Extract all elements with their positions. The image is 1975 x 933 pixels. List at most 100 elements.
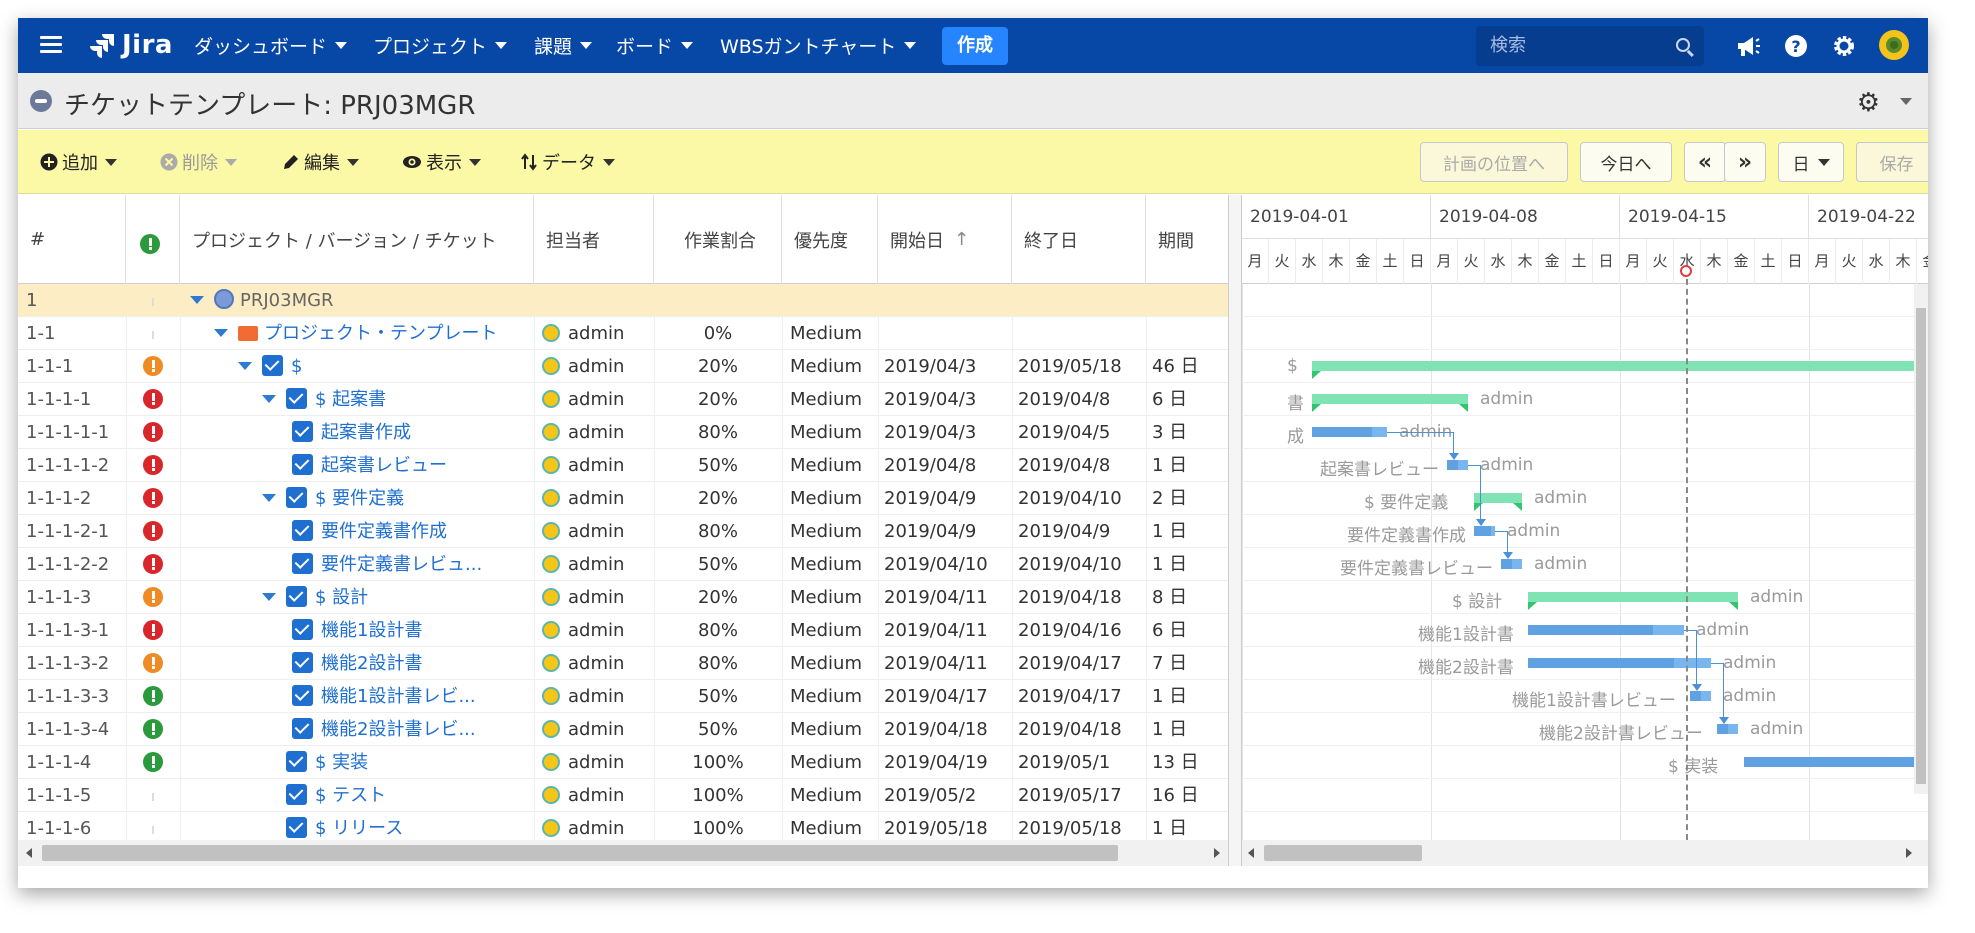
- save-button[interactable]: 保存: [1856, 142, 1928, 182]
- next-button[interactable]: »: [1724, 142, 1766, 182]
- notifications-icon[interactable]: [1734, 32, 1762, 60]
- expand-toggle-icon[interactable]: [238, 362, 252, 370]
- settings-icon[interactable]: [1830, 32, 1858, 60]
- row-title[interactable]: $ 起案書: [315, 389, 386, 410]
- edit-button[interactable]: 編集: [282, 130, 359, 194]
- scale-select[interactable]: 日: [1778, 142, 1844, 182]
- row-key[interactable]: プロジェクト・テンプレート: [180, 317, 532, 350]
- row-key[interactable]: $ 要件定義: [180, 482, 532, 515]
- today-button[interactable]: 今日へ: [1580, 142, 1672, 182]
- col-num-header[interactable]: #: [18, 195, 126, 284]
- row-key[interactable]: 起案書レビュー: [180, 449, 532, 482]
- add-button[interactable]: 追加: [40, 130, 117, 194]
- scroll-left-arrow-icon[interactable]: [26, 848, 32, 858]
- table-row[interactable]: 1-1-1-2-1 要件定義書作成 admin 80% Medium 2019/04/9 2…: [18, 515, 1228, 548]
- nav-wbs-gantt[interactable]: WBSガントチャート: [720, 18, 917, 73]
- scroll-right-arrow-icon[interactable]: [1906, 848, 1912, 858]
- table-row[interactable]: 1 PRJ03MGR: [18, 284, 1228, 317]
- scrollbar-thumb[interactable]: [1264, 845, 1422, 861]
- row-key[interactable]: $ 実装: [180, 746, 532, 779]
- row-title[interactable]: $ 要件定義: [315, 488, 404, 509]
- help-icon[interactable]: ?: [1782, 32, 1810, 60]
- row-title[interactable]: $: [291, 356, 302, 377]
- col-priority-header[interactable]: 優先度: [782, 195, 878, 284]
- gear-icon[interactable]: ⚙: [1857, 88, 1880, 118]
- row-title[interactable]: 機能2設計書レビ...: [321, 719, 476, 740]
- row-title[interactable]: 起案書作成: [321, 422, 411, 443]
- expand-toggle-icon[interactable]: [262, 395, 276, 403]
- col-end-header[interactable]: 終了日: [1012, 195, 1146, 284]
- grid-horizontal-scrollbar[interactable]: [18, 840, 1228, 866]
- row-key[interactable]: $: [180, 350, 532, 383]
- col-start-header[interactable]: 開始日 ↑: [878, 195, 1012, 284]
- plan-position-button[interactable]: 計画の位置へ: [1420, 142, 1568, 182]
- col-assignee-header[interactable]: 担当者: [534, 195, 654, 284]
- gantt-vertical-scrollbar[interactable]: [1914, 284, 1928, 794]
- row-key[interactable]: 起案書作成: [180, 416, 532, 449]
- table-row[interactable]: 1-1-1-6 $ リリース admin 100% Medium 2019/05/18 20…: [18, 812, 1228, 840]
- row-key[interactable]: 機能1設計書レビ...: [180, 680, 532, 713]
- scroll-right-arrow-icon[interactable]: [1214, 848, 1220, 858]
- col-progress-header[interactable]: 作業割合: [654, 195, 782, 284]
- row-key[interactable]: PRJ03MGR: [180, 284, 532, 317]
- row-title[interactable]: 起案書レビュー: [321, 455, 447, 476]
- table-row[interactable]: 1-1-1-3-2 機能2設計書 admin 80% Medium 2019/04/11 2…: [18, 647, 1228, 680]
- table-row[interactable]: 1-1-1-5 $ テスト admin 100% Medium 2019/05/2 2019…: [18, 779, 1228, 812]
- row-title[interactable]: 機能2設計書: [321, 653, 422, 674]
- row-key[interactable]: $ リリース: [180, 812, 532, 840]
- nav-projects[interactable]: プロジェクト: [373, 18, 508, 73]
- expand-toggle-icon[interactable]: [214, 329, 228, 337]
- row-key[interactable]: $ テスト: [180, 779, 532, 812]
- expand-toggle-icon[interactable]: [190, 296, 204, 304]
- row-key[interactable]: $ 設計: [180, 581, 532, 614]
- table-row[interactable]: 1-1-1-3-1 機能1設計書 admin 80% Medium 2019/04/11 2…: [18, 614, 1228, 647]
- scrollbar-thumb[interactable]: [1916, 308, 1926, 784]
- row-title[interactable]: $ 設計: [315, 587, 368, 608]
- row-title[interactable]: 機能1設計書: [321, 620, 422, 641]
- table-row[interactable]: 1-1-1-1-1 起案書作成 admin 80% Medium 2019/04/3 201…: [18, 416, 1228, 449]
- row-title[interactable]: $ リリース: [315, 818, 403, 839]
- table-row[interactable]: 1-1-1 $ admin 20% Medium 2019/04/3 2019/05/18 4…: [18, 350, 1228, 383]
- row-key[interactable]: 要件定義書作成: [180, 515, 532, 548]
- row-key[interactable]: 機能2設計書: [180, 647, 532, 680]
- table-row[interactable]: 1-1-1-4 $ 実装 admin 100% Medium 2019/04/19 2019…: [18, 746, 1228, 779]
- table-row[interactable]: 1-1-1-2 $ 要件定義 admin 20% Medium 2019/04/9 2019…: [18, 482, 1228, 515]
- table-row[interactable]: 1-1-1-3 $ 設計 admin 20% Medium 2019/04/11 2019/…: [18, 581, 1228, 614]
- scroll-left-arrow-icon[interactable]: [1248, 848, 1254, 858]
- table-row[interactable]: 1-1-1-3-3 機能1設計書レビ... admin 50% Medium 2019/0…: [18, 680, 1228, 713]
- row-title[interactable]: 要件定義書作成: [321, 521, 447, 542]
- expand-toggle-icon[interactable]: [262, 593, 276, 601]
- table-row[interactable]: 1-1-1-1 $ 起案書 admin 20% Medium 2019/04/3 2019/…: [18, 383, 1228, 416]
- data-button[interactable]: データ: [520, 130, 615, 194]
- prev-button[interactable]: «: [1684, 142, 1726, 182]
- col-key-header[interactable]: プロジェクト / バージョン / チケット: [180, 195, 534, 284]
- col-priority-icon-header[interactable]: [126, 195, 180, 284]
- user-avatar[interactable]: [1878, 29, 1910, 61]
- row-title[interactable]: $ テスト: [315, 785, 386, 806]
- pane-splitter[interactable]: [1228, 195, 1242, 888]
- gantt-horizontal-scrollbar[interactable]: [1242, 840, 1928, 866]
- view-button[interactable]: 表示: [402, 130, 481, 194]
- scrollbar-thumb[interactable]: [42, 845, 1118, 861]
- search-input[interactable]: 検索: [1476, 26, 1704, 66]
- menu-icon[interactable]: [40, 32, 62, 58]
- row-key[interactable]: 機能2設計書レビ...: [180, 713, 532, 746]
- table-row[interactable]: 1-1-1-2-2 要件定義書レビュ... admin 50% Medium 2019/0…: [18, 548, 1228, 581]
- row-key[interactable]: 機能1設計書: [180, 614, 532, 647]
- table-row[interactable]: 1-1-1-3-4 機能2設計書レビ... admin 50% Medium 2019/0…: [18, 713, 1228, 746]
- col-duration-header[interactable]: 期間: [1146, 195, 1228, 284]
- row-title[interactable]: $ 実装: [315, 752, 368, 773]
- jira-logo[interactable]: Jira: [90, 28, 173, 62]
- table-row[interactable]: 1-1 プロジェクト・テンプレート admin 0% Medium: [18, 317, 1228, 350]
- create-button[interactable]: 作成: [942, 27, 1008, 65]
- nav-issues[interactable]: 課題: [534, 18, 593, 73]
- nav-dashboard[interactable]: ダッシュボード: [194, 18, 348, 73]
- nav-boards[interactable]: ボード: [616, 18, 694, 73]
- chevron-down-icon[interactable]: [1900, 98, 1912, 105]
- row-key[interactable]: $ 起案書: [180, 383, 532, 416]
- row-title[interactable]: プロジェクト・テンプレート: [264, 323, 497, 344]
- row-title[interactable]: 要件定義書レビュ...: [321, 554, 482, 575]
- delete-button[interactable]: 削除: [160, 130, 237, 194]
- table-row[interactable]: 1-1-1-1-2 起案書レビュー admin 50% Medium 2019/04/8 2…: [18, 449, 1228, 482]
- row-key[interactable]: 要件定義書レビュ...: [180, 548, 532, 581]
